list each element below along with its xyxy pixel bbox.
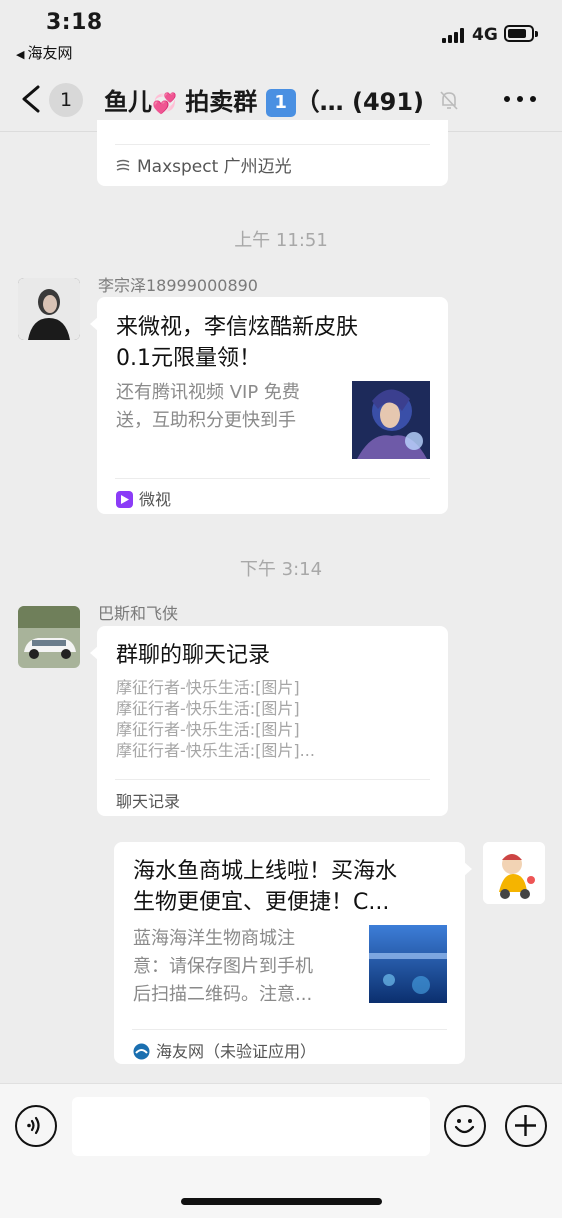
list-item: 摩征行者-快乐生活:[图片]... [116, 741, 315, 760]
card-source: 微视 [116, 486, 171, 510]
keycap-one-icon: 1 [265, 89, 296, 117]
message-card-partial[interactable]: Maxspect 广州迈光 [97, 120, 448, 186]
mute-bell-icon [440, 91, 458, 110]
battery-icon [504, 25, 538, 42]
home-indicator[interactable] [181, 1198, 382, 1205]
input-bar [0, 1083, 562, 1218]
back-triangle-icon: ◀ [16, 48, 25, 61]
avatar-self[interactable] [483, 842, 545, 904]
sender-name: 巴斯和飞侠 [98, 604, 179, 623]
haiyou-logo-icon [133, 1043, 150, 1060]
chat-history-preview: 摩征行者-快乐生活:[图片] 摩征行者-快乐生活:[图片] 摩征行者-快乐生活:… [116, 677, 315, 761]
signal-icon [442, 27, 466, 43]
avatar-car-photo-icon [18, 606, 80, 668]
maxspect-logo-icon [116, 159, 130, 171]
card-thumbnail [369, 925, 447, 1003]
list-item: 摩征行者-快乐生活:[图片] [116, 720, 300, 739]
chat-title[interactable]: 鱼儿💞 拍卖群 1 （… (491) [104, 82, 424, 117]
timestamp: 上午 11:51 [234, 230, 328, 251]
title-mid: 拍卖群 [176, 88, 258, 116]
emoji-icon[interactable] [444, 1105, 486, 1147]
list-item: 摩征行者-快乐生活:[图片] [116, 678, 300, 697]
link-card-weishi[interactable]: 来微视，李信炫酷新皮肤 0.1元限量领！ 还有腾讯视频 VIP 免费 送，互助积分更… [90, 297, 448, 514]
card-source-label: Maxspect 广州迈光 [137, 157, 292, 177]
card-description: 蓝海海洋生物商城注 意：请保存图片到手机 后扫描二维码。注意... [133, 928, 313, 1005]
card-thumbnail [352, 381, 430, 459]
avatar-photo-icon [18, 278, 80, 340]
plus-icon[interactable] [505, 1105, 547, 1147]
clock-time: 3:18 [46, 10, 103, 35]
card-source: 海友网（未验证应用） [133, 1038, 316, 1062]
voice-icon[interactable] [15, 1105, 57, 1147]
card-source: Maxspect 广州迈光 [115, 152, 292, 177]
card-title: 来微视，李信炫酷新皮肤 0.1元限量领！ [116, 315, 359, 371]
avatar-cartoon-icon [483, 842, 545, 904]
chat-history-card[interactable]: 群聊的聊天记录 摩征行者-快乐生活:[图片] 摩征行者-快乐生活:[图片] 摩征… [90, 626, 448, 816]
avatar[interactable] [18, 278, 80, 340]
unread-count-badge[interactable]: 1 [49, 83, 83, 117]
more-dots-icon[interactable] [504, 96, 536, 104]
card-title: 群聊的聊天记录 [116, 643, 271, 668]
title-prefix: 鱼儿 [104, 88, 152, 116]
weishi-logo-icon [116, 491, 133, 508]
network-type: 4G [472, 25, 498, 45]
card-footer: 聊天记录 [116, 792, 181, 811]
heart-icon: 💞 [152, 91, 177, 115]
back-app-label: 海友网 [27, 44, 73, 62]
link-card-haiyou[interactable]: 海水鱼商城上线啦！买海水 生物更便宜、更便捷！C... 蓝海海洋生物商城注 意：请保… [114, 842, 472, 1064]
sender-name: 李宗泽18999000890 [98, 276, 258, 295]
timestamp: 下午 3:14 [239, 559, 323, 580]
back-chevron-icon[interactable] [18, 84, 44, 114]
list-item: 摩征行者-快乐生活:[图片] [116, 699, 300, 718]
card-description: 还有腾讯视频 VIP 免费 送，互助积分更快到手 [116, 382, 300, 431]
avatar[interactable] [18, 606, 80, 668]
message-input[interactable] [72, 1097, 430, 1156]
card-title: 海水鱼商城上线啦！买海水 生物更便宜、更便捷！C... [133, 859, 398, 915]
back-to-app-link[interactable]: ◀ 海友网 [16, 42, 72, 63]
status-bar: 3:18 ◀ 海友网 4G [0, 0, 562, 66]
title-suffix: （… (491) [295, 88, 425, 116]
